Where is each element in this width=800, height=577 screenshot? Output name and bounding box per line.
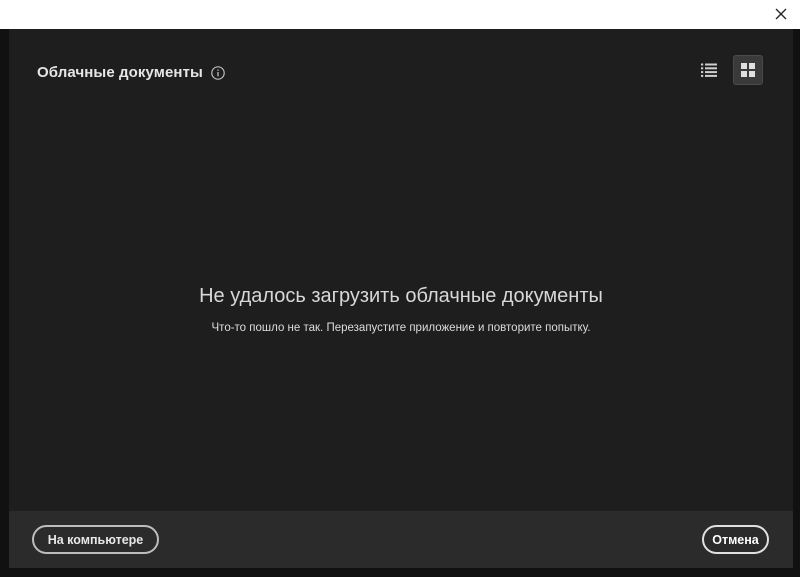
window-titlebar [0,0,800,29]
error-message: Что-то пошло не так. Перезапустите прило… [211,322,591,334]
grid-view-icon [741,63,755,77]
list-view-button[interactable] [694,56,724,84]
window-close-button[interactable] [770,4,792,24]
on-computer-button[interactable]: На компьютере [32,525,159,554]
close-icon [775,8,787,20]
list-view-icon [701,63,717,77]
cloud-documents-dialog: Облачные документы Не удалось загрузить … [9,29,793,511]
info-icon[interactable] [211,66,225,80]
dialog-title: Облачные документы [37,64,203,81]
error-title: Не удалось загрузить облачные документы [199,285,603,307]
dialog-footer: На компьютере Отмена [9,511,793,568]
grid-view-button[interactable] [733,55,763,85]
cancel-button[interactable]: Отмена [702,525,769,554]
